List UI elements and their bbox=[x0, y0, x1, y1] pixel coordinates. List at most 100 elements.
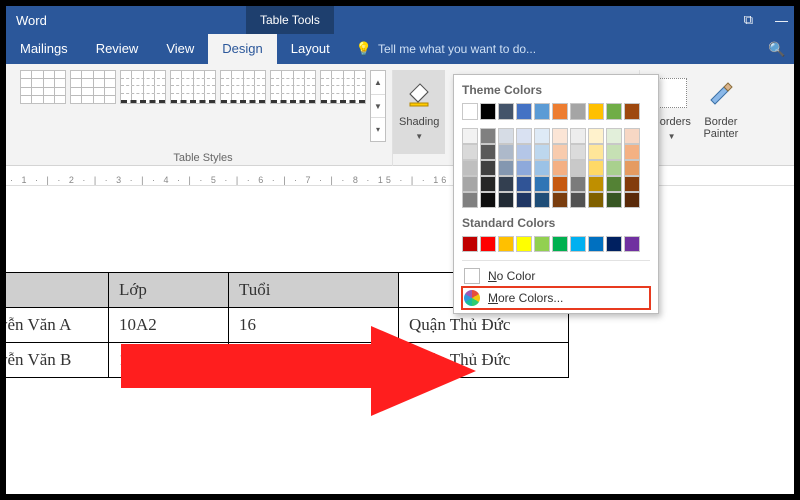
color-swatch[interactable] bbox=[498, 103, 514, 120]
no-color-item[interactable]: No Color bbox=[462, 265, 650, 287]
color-swatch[interactable] bbox=[588, 144, 604, 160]
color-swatch[interactable] bbox=[552, 176, 568, 192]
color-swatch[interactable] bbox=[498, 192, 514, 208]
color-swatch[interactable] bbox=[480, 192, 496, 208]
color-swatch[interactable] bbox=[624, 236, 640, 252]
color-swatch[interactable] bbox=[552, 128, 568, 144]
color-swatch[interactable] bbox=[624, 144, 640, 160]
gallery-scroll[interactable]: ▲ ▼ ▾ bbox=[370, 70, 386, 142]
table-cell[interactable]: 10A2 bbox=[109, 308, 229, 343]
table-row[interactable]: yễn Văn B 10A2 16 Quận Thủ Đức bbox=[0, 343, 569, 378]
color-swatch[interactable] bbox=[624, 192, 640, 208]
table-style-thumb[interactable] bbox=[20, 70, 66, 104]
table-styles-gallery[interactable] bbox=[20, 70, 366, 142]
shading-button[interactable]: Shading ▼ bbox=[393, 70, 445, 154]
gallery-down-icon[interactable]: ▼ bbox=[371, 95, 385, 119]
color-swatch[interactable] bbox=[534, 176, 550, 192]
table-style-thumb[interactable] bbox=[70, 70, 116, 104]
color-swatch[interactable] bbox=[606, 176, 622, 192]
color-swatch[interactable] bbox=[534, 128, 550, 144]
color-swatch[interactable] bbox=[498, 128, 514, 144]
tab-mailings[interactable]: Mailings bbox=[6, 34, 82, 64]
color-swatch[interactable] bbox=[498, 160, 514, 176]
color-swatch[interactable] bbox=[480, 236, 496, 252]
color-swatch[interactable] bbox=[606, 160, 622, 176]
color-swatch[interactable] bbox=[480, 176, 496, 192]
color-swatch[interactable] bbox=[606, 236, 622, 252]
color-swatch[interactable] bbox=[516, 128, 532, 144]
minimize-icon[interactable]: — bbox=[775, 13, 788, 28]
color-swatch[interactable] bbox=[534, 144, 550, 160]
table-cell[interactable]: 10A2 bbox=[109, 343, 229, 378]
color-swatch[interactable] bbox=[570, 144, 586, 160]
color-swatch[interactable] bbox=[462, 144, 478, 160]
color-swatch[interactable] bbox=[462, 192, 478, 208]
color-swatch[interactable] bbox=[588, 176, 604, 192]
color-swatch[interactable] bbox=[552, 144, 568, 160]
tab-view[interactable]: View bbox=[152, 34, 208, 64]
gallery-up-icon[interactable]: ▲ bbox=[371, 71, 385, 95]
color-swatch[interactable] bbox=[570, 128, 586, 144]
color-swatch[interactable] bbox=[624, 103, 640, 120]
color-swatch[interactable] bbox=[570, 192, 586, 208]
color-swatch[interactable] bbox=[534, 103, 550, 120]
table-cell[interactable]: yễn Văn A bbox=[0, 308, 109, 343]
color-swatch[interactable] bbox=[606, 144, 622, 160]
color-swatch[interactable] bbox=[498, 236, 514, 252]
color-swatch[interactable] bbox=[552, 236, 568, 252]
border-painter-button[interactable]: Border Painter bbox=[697, 70, 745, 154]
color-swatch[interactable] bbox=[498, 144, 514, 160]
color-swatch[interactable] bbox=[480, 103, 496, 120]
color-swatch[interactable] bbox=[480, 160, 496, 176]
table-cell[interactable]: Quận Thủ Đức bbox=[399, 343, 569, 378]
color-swatch[interactable] bbox=[588, 128, 604, 144]
color-swatch[interactable] bbox=[588, 236, 604, 252]
color-swatch[interactable] bbox=[624, 160, 640, 176]
table-style-thumb[interactable] bbox=[320, 70, 366, 104]
table-cell[interactable]: 16 bbox=[229, 308, 399, 343]
color-swatch[interactable] bbox=[462, 103, 478, 120]
color-swatch[interactable] bbox=[462, 236, 478, 252]
color-swatch[interactable] bbox=[516, 236, 532, 252]
color-swatch[interactable] bbox=[570, 160, 586, 176]
color-swatch[interactable] bbox=[516, 144, 532, 160]
tab-design[interactable]: Design bbox=[208, 34, 276, 64]
search-icon[interactable]: 🔍 bbox=[764, 34, 790, 64]
table-cell[interactable]: 16 bbox=[229, 343, 399, 378]
color-swatch[interactable] bbox=[516, 176, 532, 192]
color-swatch[interactable] bbox=[480, 128, 496, 144]
tab-layout[interactable]: Layout bbox=[277, 34, 344, 64]
table-style-thumb[interactable] bbox=[220, 70, 266, 104]
color-swatch[interactable] bbox=[534, 192, 550, 208]
gallery-more-icon[interactable]: ▾ bbox=[371, 118, 385, 141]
table-style-thumb[interactable] bbox=[170, 70, 216, 104]
color-swatch[interactable] bbox=[570, 236, 586, 252]
horizontal-ruler[interactable]: · 1 · | · 2 · | · 3 · | · 4 · | · 5 · | … bbox=[6, 166, 794, 186]
color-swatch[interactable] bbox=[588, 192, 604, 208]
more-colors-item[interactable]: More Colors... bbox=[462, 287, 650, 309]
color-swatch[interactable] bbox=[552, 103, 568, 120]
color-swatch[interactable] bbox=[624, 128, 640, 144]
table-cell[interactable]: Tuổi bbox=[229, 273, 399, 308]
color-swatch[interactable] bbox=[480, 144, 496, 160]
color-swatch[interactable] bbox=[552, 160, 568, 176]
color-swatch[interactable] bbox=[606, 192, 622, 208]
color-swatch[interactable] bbox=[624, 176, 640, 192]
table-style-thumb[interactable] bbox=[270, 70, 316, 104]
color-swatch[interactable] bbox=[606, 103, 622, 120]
color-swatch[interactable] bbox=[534, 236, 550, 252]
color-swatch[interactable] bbox=[552, 192, 568, 208]
color-swatch[interactable] bbox=[516, 192, 532, 208]
color-swatch[interactable] bbox=[462, 176, 478, 192]
color-swatch[interactable] bbox=[516, 160, 532, 176]
tell-me-box[interactable]: 💡 Tell me what you want to do... bbox=[344, 34, 548, 64]
color-swatch[interactable] bbox=[570, 176, 586, 192]
table-cell[interactable] bbox=[0, 273, 109, 308]
color-swatch[interactable] bbox=[588, 160, 604, 176]
color-swatch[interactable] bbox=[516, 103, 532, 120]
color-swatch[interactable] bbox=[462, 160, 478, 176]
color-swatch[interactable] bbox=[588, 103, 604, 120]
table-cell[interactable]: yễn Văn B bbox=[0, 343, 109, 378]
table-style-thumb[interactable] bbox=[120, 70, 166, 104]
color-swatch[interactable] bbox=[498, 176, 514, 192]
